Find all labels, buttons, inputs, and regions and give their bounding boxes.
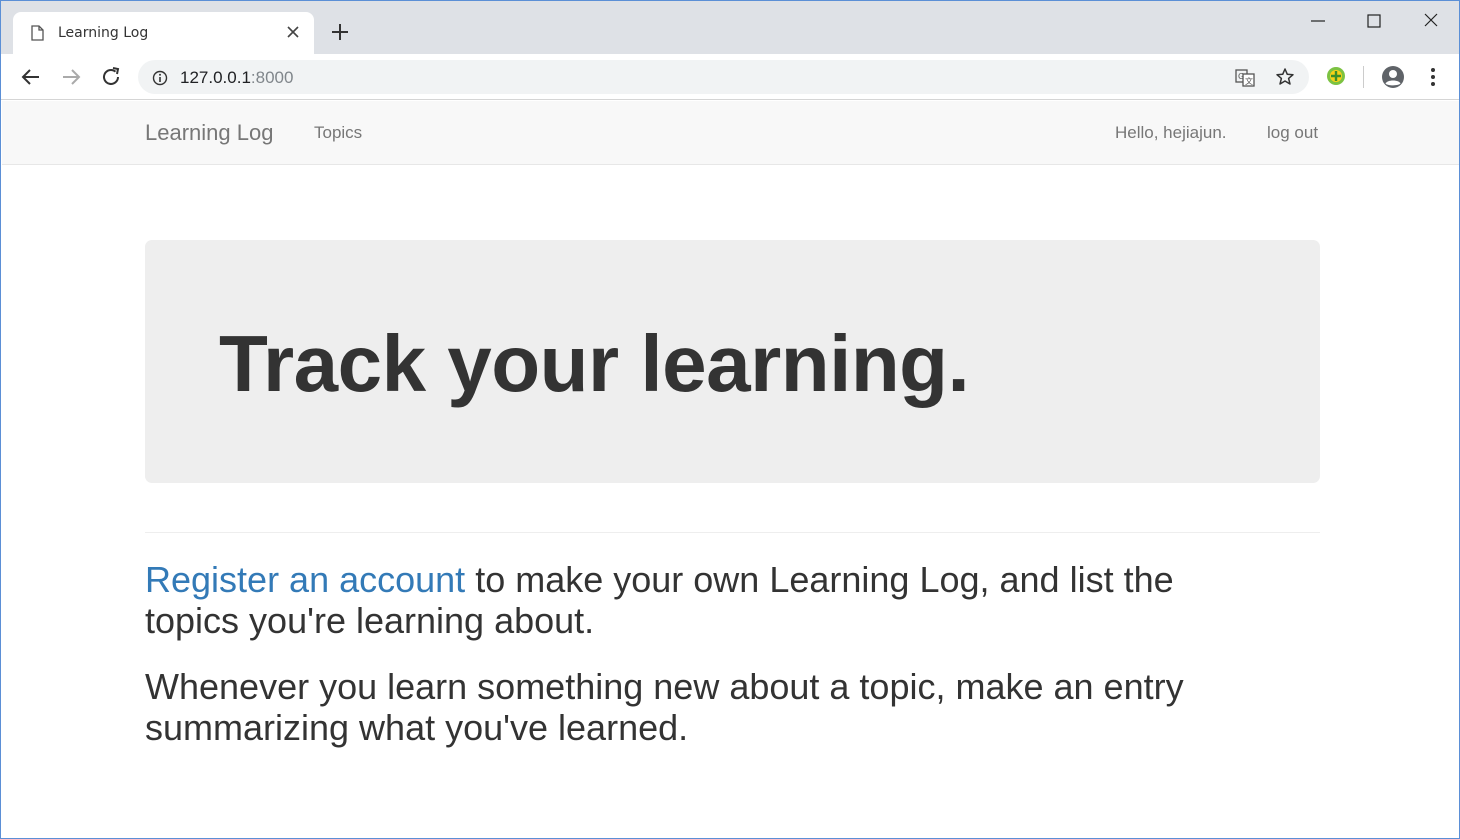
minimize-icon[interactable] [1303, 9, 1333, 33]
intro-paragraph: Register an account to make your own Lea… [145, 559, 1275, 641]
brand-link[interactable]: Learning Log [145, 120, 273, 146]
window-close-icon[interactable] [1416, 9, 1446, 33]
reload-icon[interactable] [99, 65, 123, 89]
logout-link[interactable]: log out [1267, 123, 1318, 143]
extension-icon[interactable] [1326, 66, 1346, 86]
tab-strip: Learning Log [1, 1, 1459, 54]
jumbotron: Track your learning. [145, 240, 1320, 483]
browser-tab[interactable]: Learning Log [13, 12, 314, 54]
close-tab-icon[interactable] [285, 24, 301, 40]
url-text[interactable]: 127.0.0.1:8000 [180, 68, 293, 88]
svg-text:G: G [1238, 72, 1244, 81]
translate-icon[interactable]: G 文 [1235, 68, 1255, 88]
user-greeting: Hello, hejiajun. [1115, 123, 1227, 142]
toolbar-separator [1363, 66, 1364, 88]
svg-text:文: 文 [1245, 76, 1253, 86]
topics-link[interactable]: Topics [314, 123, 362, 143]
account-icon[interactable] [1381, 65, 1405, 89]
maximize-icon[interactable] [1359, 9, 1389, 33]
forward-arrow-icon[interactable] [59, 65, 83, 89]
info-icon[interactable] [152, 70, 168, 86]
address-bar[interactable]: 127.0.0.1:8000 G 文 [138, 60, 1309, 94]
url-port: :8000 [250, 68, 294, 87]
browser-window: Learning Log 127.0.0.1:8000 G 文 Learning… [0, 0, 1460, 839]
register-link[interactable]: Register an account [145, 559, 465, 600]
tab-title: Learning Log [58, 25, 149, 41]
browser-toolbar: 127.0.0.1:8000 G 文 [1, 54, 1459, 100]
back-arrow-icon[interactable] [19, 65, 43, 89]
jumbotron-title: Track your learning. [219, 319, 970, 408]
new-tab-icon[interactable] [329, 21, 351, 43]
entry-paragraph: Whenever you learn something new about a… [145, 666, 1184, 748]
url-host: 127.0.0.1 [180, 68, 251, 87]
page-icon [31, 25, 44, 41]
site-navbar: Learning Log Topics Hello, hejiajun. log… [2, 101, 1459, 165]
divider [145, 532, 1320, 533]
bookmark-star-icon[interactable] [1275, 67, 1295, 87]
more-menu-icon[interactable] [1425, 66, 1441, 88]
